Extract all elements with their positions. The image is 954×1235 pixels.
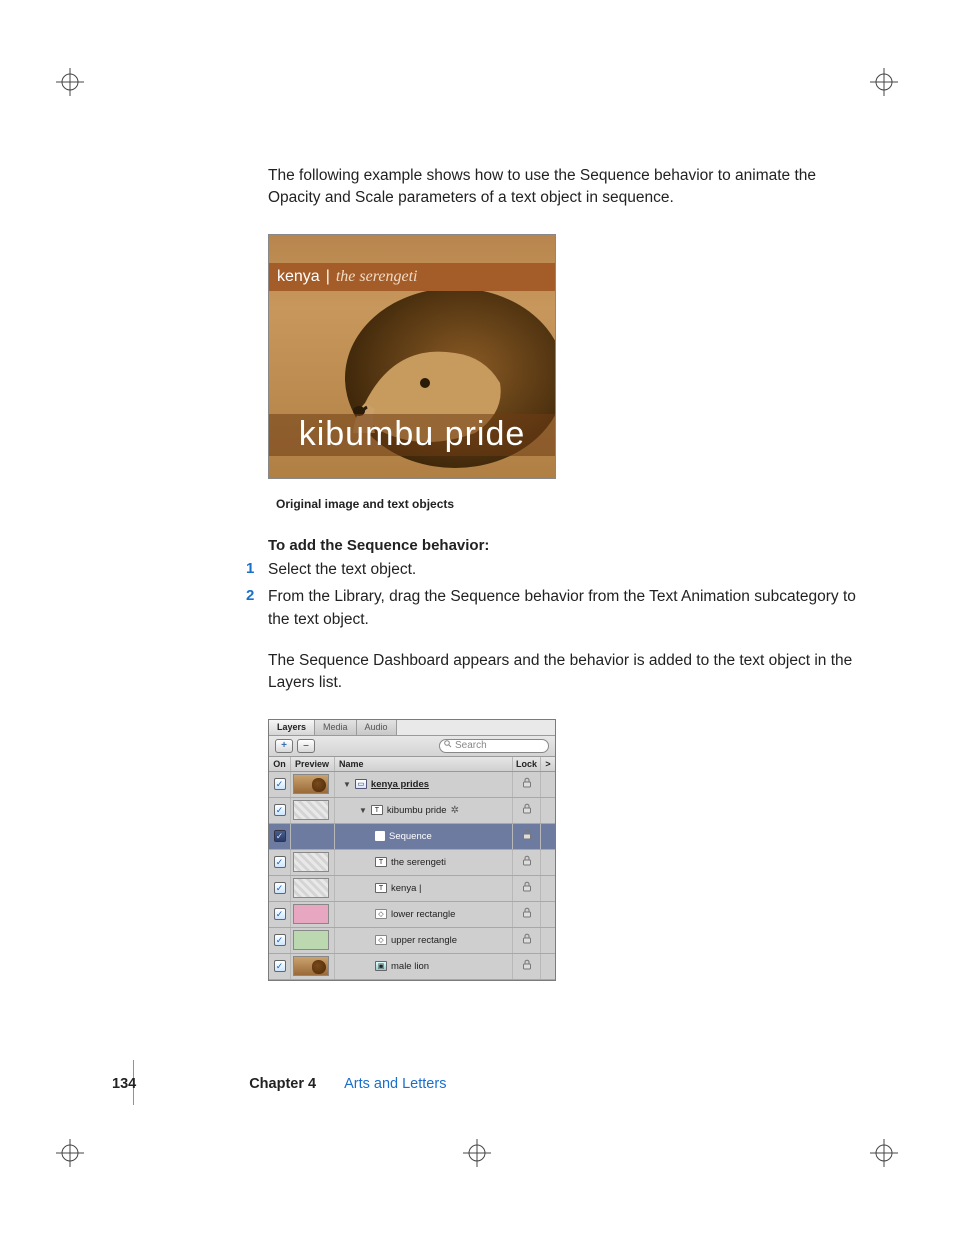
tab-audio[interactable]: Audio (357, 720, 397, 735)
tab-layers[interactable]: Layers (269, 720, 315, 735)
col-on[interactable]: On (269, 757, 291, 771)
layer-thumbnail (293, 956, 329, 976)
layer-name: male lion (391, 961, 429, 972)
layer-name: the serengeti (391, 857, 446, 868)
layer-row[interactable]: ✓ Tkenya | (269, 876, 555, 902)
figure-top-text-kenya: kenya (277, 268, 320, 286)
search-placeholder: Search (455, 740, 487, 751)
lock-icon[interactable] (522, 881, 532, 895)
layer-thumbnail (293, 800, 329, 820)
visibility-checkbox[interactable]: ✓ (274, 830, 286, 842)
tab-media[interactable]: Media (315, 720, 357, 735)
procedure-heading: To add the Sequence behavior: (268, 537, 868, 554)
layer-name: upper rectangle (391, 935, 457, 946)
shape-icon: ◇ (375, 935, 387, 945)
layer-name: kenya prides (371, 779, 429, 790)
lock-icon[interactable] (522, 959, 532, 973)
chapter-label: Chapter 4 (249, 1076, 316, 1092)
lock-icon[interactable] (522, 829, 532, 843)
folder-icon: ▭ (355, 779, 367, 789)
crop-mark-icon (463, 1139, 491, 1167)
image-icon: ▣ (375, 961, 387, 971)
text-icon: T (375, 857, 387, 867)
layer-row[interactable]: ✓ ◇ lower rectangle (269, 902, 555, 928)
figure-original-image: kenya | the serengeti kibumbu pride (268, 234, 556, 479)
figure-top-separator: | (326, 268, 330, 286)
crop-mark-icon (56, 68, 84, 96)
layer-name: kenya | (391, 883, 421, 894)
behavior-gear-icon: ✲ (451, 805, 459, 816)
panel-tabs: Layers Media Audio (269, 720, 555, 736)
step-number: 2 (246, 585, 254, 608)
layer-row[interactable]: ✓ Sequence (269, 824, 555, 850)
layer-row[interactable]: ✓ ◇ upper rectangle (269, 928, 555, 954)
col-lock[interactable]: Lock (513, 757, 541, 771)
lock-icon[interactable] (522, 803, 532, 817)
lock-icon[interactable] (522, 855, 532, 869)
layer-thumbnail (293, 852, 329, 872)
search-icon (444, 740, 452, 751)
column-headers: On Preview Name Lock > (269, 757, 555, 772)
layer-thumbnail (293, 930, 329, 950)
text-icon: T (375, 883, 387, 893)
visibility-checkbox[interactable]: ✓ (274, 882, 286, 894)
page-footer: 134 Chapter 4 Arts and Letters (112, 1076, 446, 1092)
col-more[interactable]: > (541, 757, 555, 771)
step-text: Select the text object. (268, 561, 416, 578)
result-paragraph: The Sequence Dashboard appears and the b… (268, 650, 868, 695)
intro-paragraph: The following example shows how to use t… (268, 165, 868, 210)
col-name[interactable]: Name (335, 757, 513, 771)
visibility-checkbox[interactable]: ✓ (274, 960, 286, 972)
visibility-checkbox[interactable]: ✓ (274, 908, 286, 920)
add-button[interactable]: + (275, 739, 293, 753)
visibility-checkbox[interactable]: ✓ (274, 804, 286, 816)
disclosure-icon[interactable]: ▼ (343, 780, 351, 789)
step-text: From the Library, drag the Sequence beha… (268, 588, 856, 628)
layer-thumbnail (293, 774, 329, 794)
layer-name: lower rectangle (391, 909, 455, 920)
chapter-name: Arts and Letters (344, 1076, 446, 1092)
text-icon: T (371, 805, 383, 815)
figure-caption: Original image and text objects (276, 497, 868, 511)
col-preview[interactable]: Preview (291, 757, 335, 771)
shape-icon: ◇ (375, 909, 387, 919)
figure-bottom-text: kibumbu pride (269, 414, 555, 456)
visibility-checkbox[interactable]: ✓ (274, 934, 286, 946)
layer-row[interactable]: ✓ Tthe serengeti (269, 850, 555, 876)
lock-icon[interactable] (522, 777, 532, 791)
disclosure-icon[interactable]: ▼ (359, 806, 367, 815)
figure-top-text-serengeti: the serengeti (336, 268, 418, 286)
layers-panel: Layers Media Audio + – Search On Preview… (268, 719, 556, 981)
crop-mark-icon (870, 68, 898, 96)
layer-name: Sequence (389, 831, 432, 842)
layer-row[interactable]: ✓ ▣ male lion (269, 954, 555, 980)
layer-row[interactable]: ✓ ▼ ▭ kenya prides (269, 772, 555, 798)
gear-icon (375, 831, 385, 841)
layer-thumbnail (293, 904, 329, 924)
visibility-checkbox[interactable]: ✓ (274, 856, 286, 868)
step-item: 2 From the Library, drag the Sequence be… (268, 585, 868, 632)
layer-row[interactable]: ✓ ▼ Tkibumbu pride ✲ (269, 798, 555, 824)
step-item: 1 Select the text object. (268, 558, 868, 581)
search-input[interactable]: Search (439, 739, 549, 753)
lock-icon[interactable] (522, 933, 532, 947)
step-number: 1 (246, 558, 254, 581)
layer-name: kibumbu pride (387, 805, 447, 816)
visibility-checkbox[interactable]: ✓ (274, 778, 286, 790)
layer-thumbnail (293, 878, 329, 898)
crop-mark-icon (870, 1139, 898, 1167)
crop-mark-icon (56, 1139, 84, 1167)
lock-icon[interactable] (522, 907, 532, 921)
page-number: 134 (112, 1076, 136, 1092)
remove-button[interactable]: – (297, 739, 315, 753)
